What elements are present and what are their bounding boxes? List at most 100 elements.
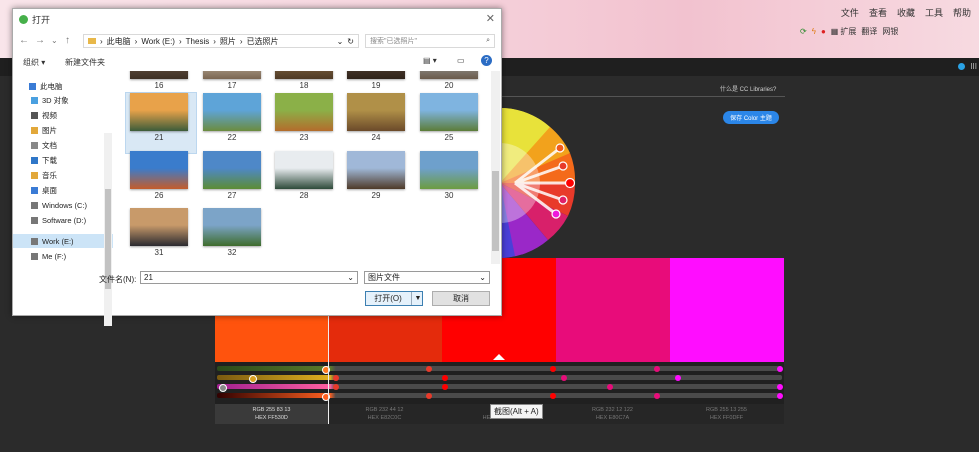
sidebar-item[interactable]: Work (E:): [31, 237, 74, 246]
image-thumbnail[interactable]: [420, 93, 478, 131]
breadcrumb-item[interactable]: Work (E:): [141, 37, 175, 46]
image-thumbnail[interactable]: [203, 151, 261, 189]
extensions-button[interactable]: ▦ 扩展: [831, 26, 857, 37]
swatch-4[interactable]: [556, 258, 670, 363]
sidebar-item[interactable]: Me (F:): [31, 252, 66, 261]
color-sliders: [215, 362, 784, 404]
slider-handle[interactable]: [219, 383, 227, 392]
image-thumbnail[interactable]: [420, 151, 478, 189]
slider-handle[interactable]: [561, 374, 567, 381]
address-dropdown-icon[interactable]: ⌄: [337, 37, 344, 46]
image-thumbnail[interactable]: [275, 151, 333, 189]
browser-menu-item[interactable]: 收藏: [897, 6, 915, 19]
help-icon[interactable]: ?: [481, 55, 492, 66]
slider-handle[interactable]: [333, 374, 339, 381]
sidebar-item[interactable]: 桌面: [31, 185, 57, 196]
breadcrumb-item[interactable]: Thesis: [186, 37, 210, 46]
lightning-icon[interactable]: ϟ: [812, 27, 816, 36]
open-dropdown-icon[interactable]: ▼: [411, 292, 424, 305]
filename-input[interactable]: 21 ⌄: [140, 271, 358, 284]
save-color-theme-button[interactable]: 保存 Color 主题: [723, 111, 779, 124]
sidebar-item[interactable]: 音乐: [31, 170, 57, 181]
image-thumbnail[interactable]: [347, 71, 405, 79]
cc-libraries-link[interactable]: 什么是 CC Libraries?: [720, 84, 776, 93]
slider-handle[interactable]: [675, 374, 681, 381]
filename-dropdown-icon[interactable]: ⌄: [347, 273, 357, 282]
address-bar[interactable]: › 此电脑 › Work (E:) › Thesis › 照片 › 已选照片 ⌄…: [83, 34, 359, 48]
extensions-label: 扩展: [840, 27, 857, 36]
slider-handle[interactable]: [442, 374, 448, 381]
slider-handle[interactable]: [654, 392, 660, 399]
image-thumbnail[interactable]: [275, 93, 333, 131]
breadcrumb-sep: ›: [213, 36, 216, 46]
file-grid-scroll-thumb[interactable]: [492, 171, 499, 251]
sidebar-item[interactable]: 3D 对象: [31, 95, 69, 106]
slider-handle[interactable]: [249, 374, 257, 383]
sidebar-item[interactable]: 图片: [31, 125, 57, 136]
filetype-select[interactable]: 图片文件 ⌄: [364, 271, 490, 284]
back-arrow-icon[interactable]: ←: [19, 35, 29, 46]
preview-pane-icon[interactable]: ▭: [457, 56, 465, 65]
recent-chevron-icon[interactable]: ⌄: [51, 36, 58, 45]
image-thumbnail[interactable]: [130, 71, 188, 79]
sidebar-item[interactable]: 下载: [31, 155, 57, 166]
breadcrumb-sep: ›: [239, 36, 243, 46]
view-options-icon[interactable]: ▤ ▾: [423, 56, 437, 65]
sidebar-item[interactable]: 文档: [31, 140, 57, 151]
refresh-icon[interactable]: ⟳: [800, 27, 807, 36]
refresh-icon[interactable]: ↻: [347, 37, 358, 46]
sidebar-item[interactable]: 视频: [31, 110, 57, 121]
slider-handle[interactable]: [607, 383, 613, 390]
image-thumbnail[interactable]: [130, 151, 188, 189]
swatch-value-4[interactable]: RGB 232 12 122 HEX E80C7A: [556, 406, 669, 422]
close-icon[interactable]: ✕: [486, 12, 495, 25]
swatch-value-5[interactable]: RGB 255 13 255 HEX FF0DFF: [670, 406, 783, 422]
image-thumbnail[interactable]: [203, 93, 261, 131]
breadcrumb-item[interactable]: 照片: [220, 36, 236, 47]
slider-handle[interactable]: [333, 383, 339, 390]
sidebar-item[interactable]: Software (D:): [31, 216, 86, 225]
up-arrow-icon[interactable]: ↑: [65, 35, 70, 46]
swatch-value-2[interactable]: RGB 232 44 12 HEX E82C0C: [328, 406, 441, 422]
slider-track[interactable]: [217, 375, 782, 380]
forward-arrow-icon[interactable]: →: [35, 35, 45, 46]
breadcrumb-item[interactable]: 此电脑: [107, 36, 131, 47]
image-thumbnail[interactable]: [420, 71, 478, 79]
swatch-5[interactable]: [670, 258, 784, 363]
record-icon[interactable]: ●: [821, 27, 826, 36]
image-thumbnail[interactable]: [203, 71, 261, 79]
slider-handle[interactable]: [777, 383, 783, 390]
sidebar-item[interactable]: 此电脑: [29, 81, 63, 92]
slider-track[interactable]: [217, 393, 782, 398]
image-thumbnail[interactable]: [130, 93, 188, 131]
translate-button[interactable]: 翻译: [861, 26, 877, 37]
new-folder-button[interactable]: 新建文件夹: [65, 57, 105, 68]
slider-handle[interactable]: [426, 392, 432, 399]
slider-handle[interactable]: [550, 392, 556, 399]
image-thumbnail[interactable]: [347, 93, 405, 131]
bank-button[interactable]: 网银: [882, 26, 898, 37]
browser-menu-item[interactable]: 文件: [841, 6, 859, 19]
slider-handle[interactable]: [654, 365, 660, 372]
image-thumbnail[interactable]: [203, 208, 261, 246]
slider-handle[interactable]: [777, 392, 783, 399]
image-thumbnail[interactable]: [275, 71, 333, 79]
organize-menu[interactable]: 组织 ▾: [23, 57, 45, 68]
slider-track[interactable]: [217, 366, 782, 371]
slider-handle[interactable]: [777, 365, 783, 372]
slider-handle[interactable]: [550, 365, 556, 372]
cancel-button[interactable]: 取消: [432, 291, 490, 306]
browser-menu-item[interactable]: 帮助: [953, 6, 971, 19]
breadcrumb-item[interactable]: 已选照片: [247, 36, 279, 47]
slider-handle[interactable]: [442, 383, 448, 390]
search-field[interactable]: 搜索"已选照片" ⌕: [365, 34, 495, 48]
swatch-value-1[interactable]: RGB 255 83 13 HEX FF530D: [215, 404, 328, 424]
slider-handle[interactable]: [426, 365, 432, 372]
browser-menu-item[interactable]: 工具: [925, 6, 943, 19]
image-thumbnail[interactable]: [130, 208, 188, 246]
slider-track[interactable]: [217, 384, 782, 389]
sidebar-item[interactable]: Windows (C:): [31, 201, 87, 210]
filetype-dropdown-icon[interactable]: ⌄: [479, 273, 489, 282]
image-thumbnail[interactable]: [347, 151, 405, 189]
browser-menu-item[interactable]: 查看: [869, 6, 887, 19]
